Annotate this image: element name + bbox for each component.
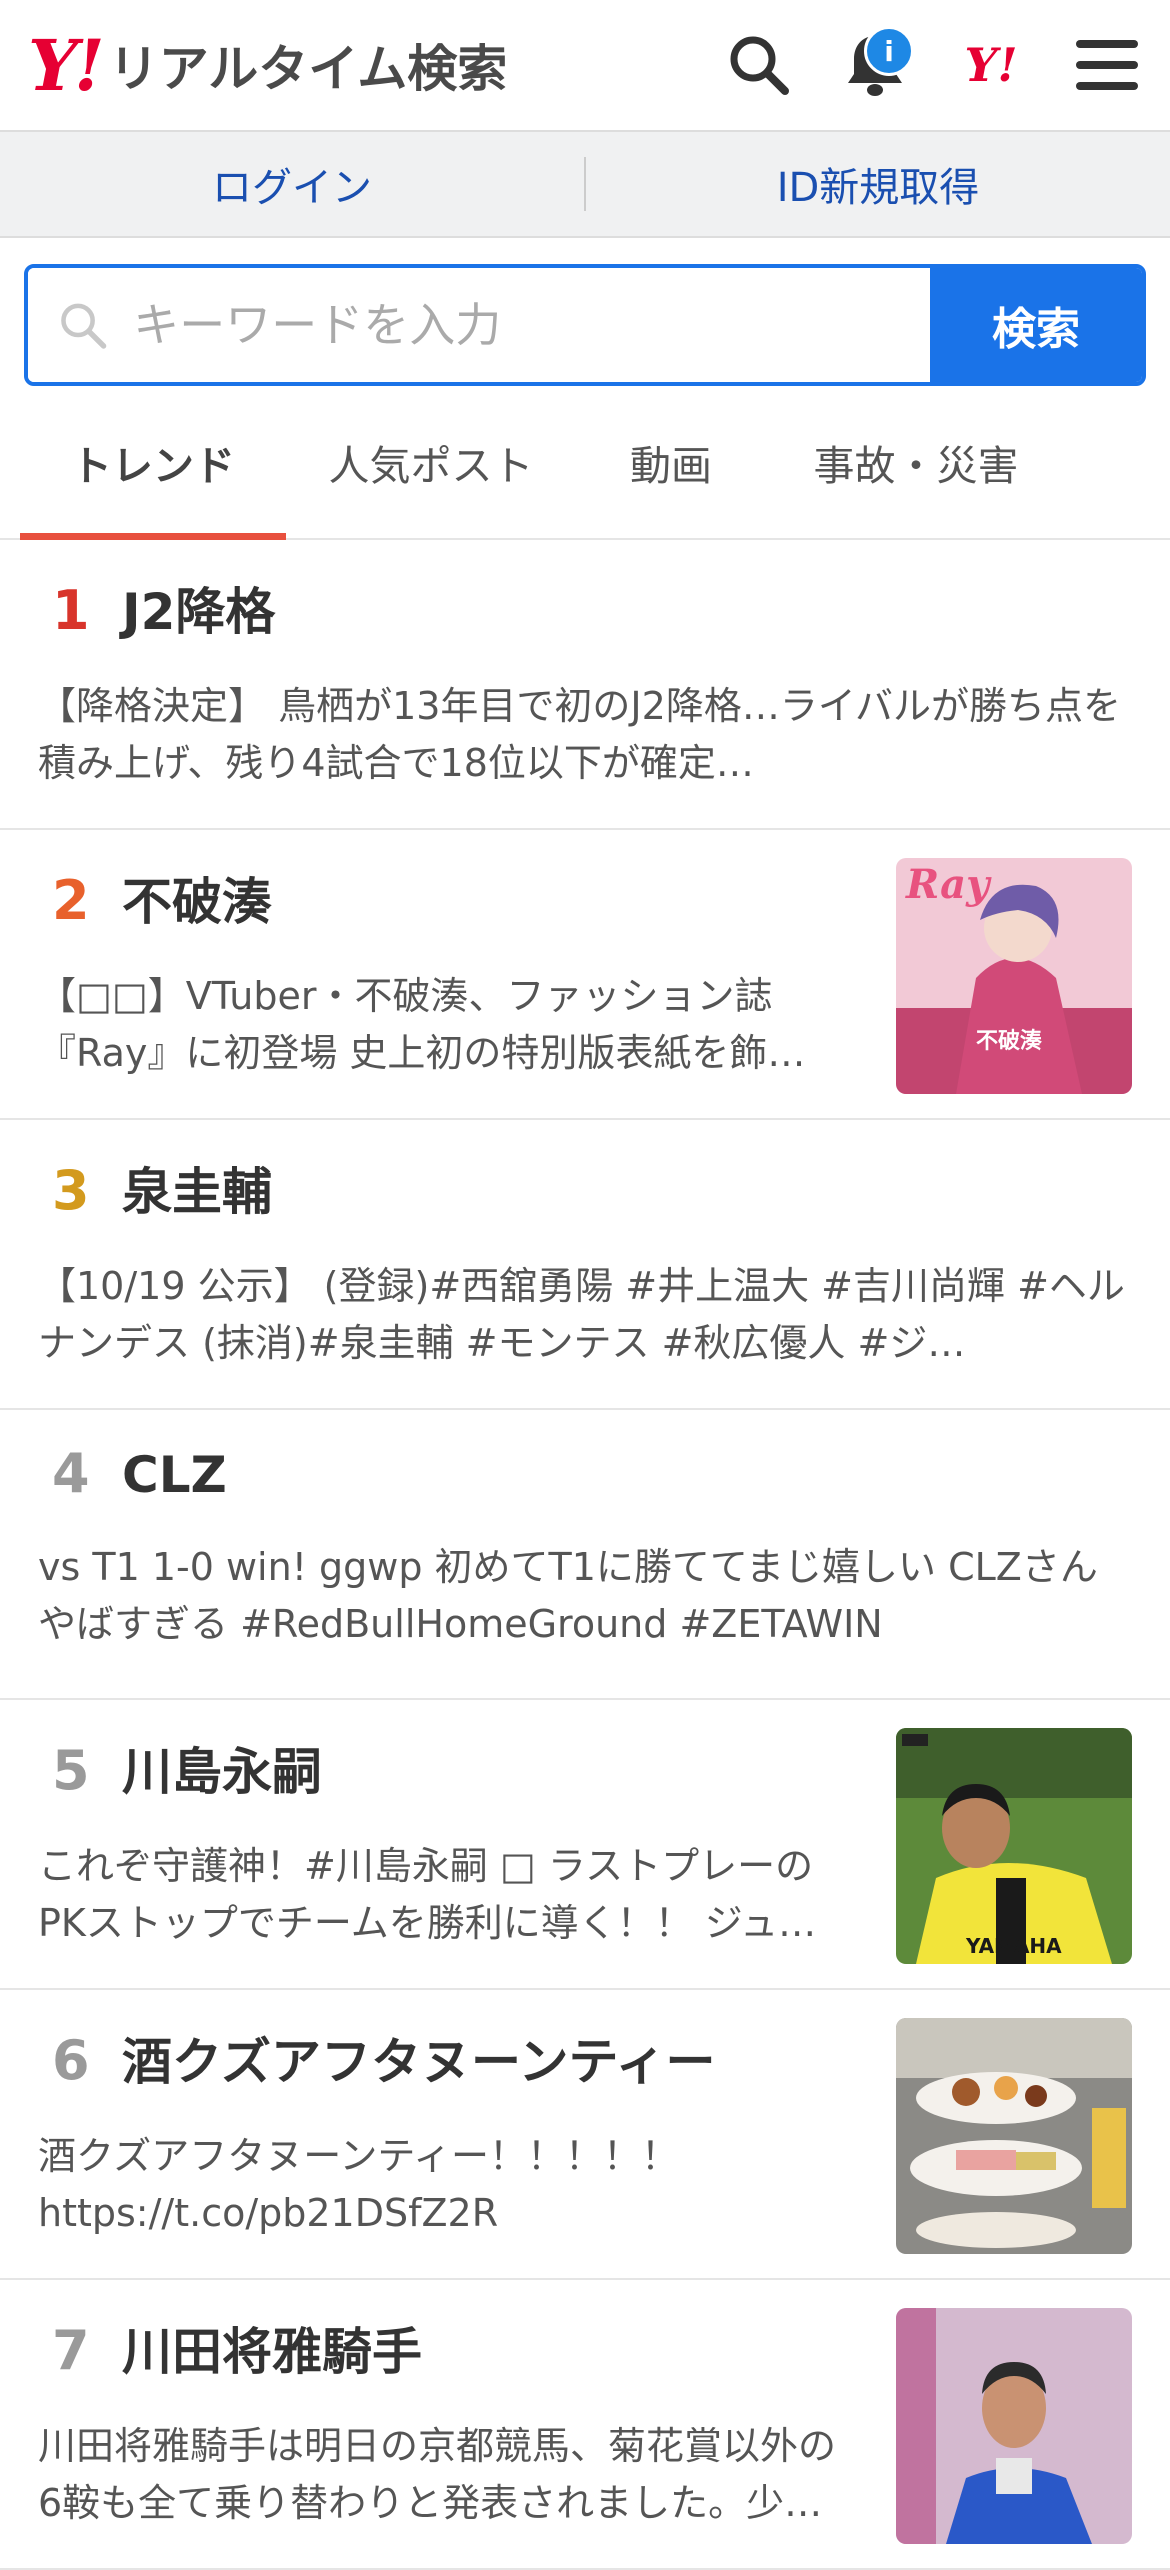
trend-title: 酒クズアフタヌーンティー <box>122 2033 716 2091</box>
tab-accidents-disasters[interactable]: 事故・災害 <box>766 386 1066 538</box>
trend-thumbnail-afternoon-tea <box>896 2018 1132 2254</box>
trend-item[interactable]: 3 泉圭輔 【10/19 公示】 (登録)#西舘勇陽 #井上温大 #吉川尚輝 #… <box>0 1120 1170 1410</box>
trend-thumbnail-magazine: Ray 不破湊 <box>896 858 1132 1094</box>
trend-list: 1 J2降格 【降格決定】 鳥栖が13年目で初のJ2降格…ライバルが勝ち点を積み… <box>0 540 1170 2570</box>
tab-videos[interactable]: 動画 <box>576 386 766 538</box>
tab-trend[interactable]: トレンド <box>20 386 286 540</box>
trend-rank: 3 <box>52 1159 90 1222</box>
signup-link[interactable]: ID新規取得 <box>586 155 1170 213</box>
search-input[interactable] <box>131 297 930 353</box>
bell-icon[interactable]: i <box>840 26 914 100</box>
yahoo-logo-mark: Y! <box>28 23 105 107</box>
trend-description: 酒クズアフタヌーンティー！！！！！ https://t.co/pb21DSfZ2… <box>38 2134 680 2235</box>
search-field <box>28 268 930 382</box>
search-button[interactable]: 検索 <box>930 268 1142 382</box>
trend-rank: 6 <box>52 2029 90 2092</box>
trend-title: J2降格 <box>122 583 276 641</box>
yahoo-small-logo: Y! <box>964 38 1018 92</box>
service-name: リアルタイム検索 <box>108 40 508 98</box>
notification-badge: i <box>864 26 914 76</box>
trend-title: 不破湊 <box>122 873 272 931</box>
trend-rank: 4 <box>52 1442 90 1505</box>
trend-description: 【降格決定】 鳥栖が13年目で初のJ2降格…ライバルが勝ち点を積み上げ、残り4試… <box>38 684 1122 785</box>
trend-rank: 1 <box>52 579 90 642</box>
trend-item[interactable]: 7 川田将雅騎手 川田将雅騎手は明日の京都競馬、菊花賞以外の6鞍も全て乗り替わり… <box>0 2280 1170 2570</box>
trend-item[interactable]: 2 不破湊 【□□】VTuber・不破湊、ファッション誌『Ray』に初登場 史上… <box>0 830 1170 1120</box>
login-link[interactable]: ログイン <box>0 155 584 213</box>
trend-title: 川田将雅騎手 <box>122 2323 422 2381</box>
trend-title: 川島永嗣 <box>122 1743 322 1801</box>
app-header: Y! リアルタイム検索 i Y! <box>0 0 1170 132</box>
menu-icon[interactable] <box>1072 30 1142 100</box>
search-icon <box>61 303 107 349</box>
trend-title: 泉圭輔 <box>122 1163 272 1221</box>
trend-item[interactable]: 4 CLZ vs T1 1-0 win! ggwp 初めてT1に勝ててまじ嬉しい… <box>0 1410 1170 1700</box>
search-form: 検索 <box>24 264 1146 386</box>
login-bar: ログイン ID新規取得 <box>0 132 1170 238</box>
trend-description: これぞ守護神！#川島永嗣 □ ラストプレーのPKストップでチームを勝利に導く！！… <box>38 1844 817 1945</box>
tab-bar: トレンド 人気ポスト 動画 事故・災害 <box>0 386 1170 540</box>
yahoo-top-link[interactable]: Y! <box>956 30 1026 100</box>
trend-rank: 5 <box>52 1739 90 1802</box>
trend-title: CLZ <box>122 1446 227 1504</box>
trend-item[interactable]: 5 川島永嗣 これぞ守護神！#川島永嗣 □ ラストプレーのPKストップでチームを… <box>0 1700 1170 1990</box>
trend-thumbnail-jockey <box>896 2308 1132 2544</box>
trend-description: 川田将雅騎手は明日の京都競馬、菊花賞以外の6鞍も全て乗り替わりと発表されました。… <box>38 2424 837 2525</box>
trend-rank: 2 <box>52 869 90 932</box>
trend-item[interactable]: 1 J2降格 【降格決定】 鳥栖が13年目で初のJ2降格…ライバルが勝ち点を積み… <box>0 540 1170 830</box>
yahoo-logo[interactable]: Y! リアルタイム検索 <box>28 24 507 107</box>
trend-thumbnail-goalkeeper: YAMAHA <box>896 1728 1132 1964</box>
trend-description: 【□□】VTuber・不破湊、ファッション誌『Ray』に初登場 史上初の特別版表… <box>38 974 806 1075</box>
thumb-kit-text: YAMAHA <box>965 1934 1062 1958</box>
thumb-cover-name: 不破湊 <box>976 1028 1043 1054</box>
trend-rank: 7 <box>52 2319 90 2382</box>
trend-description: vs T1 1-0 win! ggwp 初めてT1に勝ててまじ嬉しい CLZさん… <box>38 1545 1098 1646</box>
trend-description: 【10/19 公示】 (登録)#西舘勇陽 #井上温大 #吉川尚輝 #ヘルナンデス… <box>38 1264 1125 1365</box>
trend-item[interactable]: 6 酒クズアフタヌーンティー 酒クズアフタヌーンティー！！！！！ https:/… <box>0 1990 1170 2280</box>
thumb-magazine-title: Ray <box>905 861 992 908</box>
search-icon[interactable] <box>724 30 794 100</box>
tab-popular-posts[interactable]: 人気ポスト <box>286 386 576 538</box>
